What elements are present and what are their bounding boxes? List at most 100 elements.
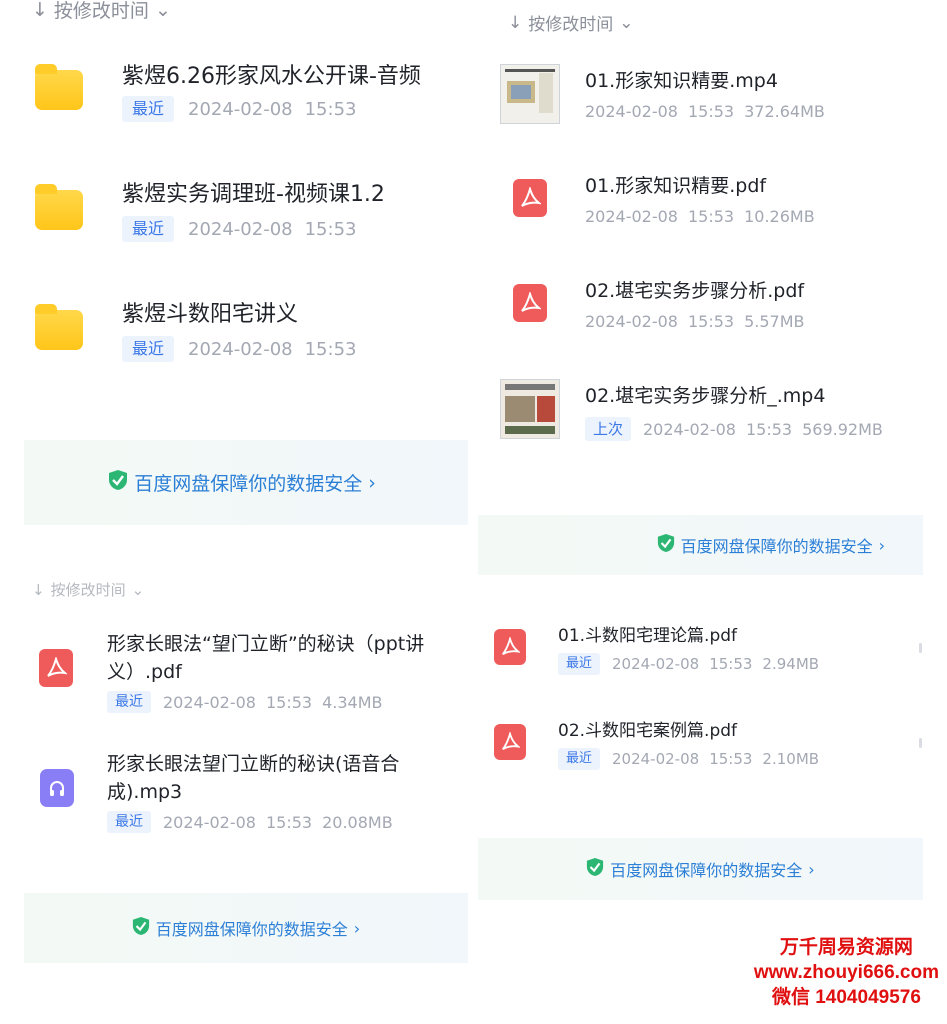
file-name-line-2: 义）.pdf: [107, 661, 182, 683]
modified-date: 2024-02-08: [163, 692, 256, 712]
status-badge: 最近: [122, 216, 174, 242]
sort-label: 按修改时间: [528, 15, 614, 35]
modified-time: 15:53: [709, 655, 753, 673]
data-security-banner[interactable]: 百度网盘保障你的数据安全 ›: [24, 893, 468, 963]
file-meta: 2024-02-08 15:53 372.64MB: [585, 102, 825, 121]
pdf-icon: [513, 179, 547, 217]
list-item[interactable]: 形家长眼法“望门立断”的秘诀（ppt讲 义）.pdf 最近 2024-02-08…: [0, 625, 478, 725]
modified-date: 2024-02-08: [612, 655, 700, 673]
data-security-banner[interactable]: 百度网盘保障你的数据安全 ›: [478, 838, 923, 900]
file-meta: 最近 2024-02-08 15:53 4.34MB: [107, 691, 383, 713]
modified-time: 15:53: [745, 419, 793, 439]
shield-icon: [132, 916, 150, 940]
data-security-banner[interactable]: 百度网盘保障你的数据安全 ›: [24, 440, 468, 525]
list-item[interactable]: 01.斗数阳宅理论篇.pdf 最近 2024-02-08 15:53 2.94M…: [478, 615, 947, 685]
pdf-icon: [513, 284, 547, 322]
file-meta: 最近 2024-02-08 15:53 20.08MB: [107, 811, 393, 833]
file-size: 20.08MB: [322, 812, 393, 832]
file-size: 372.64MB: [744, 102, 825, 121]
modified-time: 15:53: [709, 750, 753, 768]
file-size: 5.57MB: [744, 312, 805, 331]
modified-date: 2024-02-08: [188, 98, 293, 120]
status-badge: 最近: [558, 653, 600, 675]
modified-date: 2024-02-08: [188, 218, 293, 240]
modified-date: 2024-02-08: [585, 312, 678, 331]
video-thumbnail-icon: [500, 64, 560, 124]
list-item[interactable]: 02.斗数阳宅案例篇.pdf 最近 2024-02-08 15:53 2.10M…: [478, 710, 947, 780]
chevron-right-icon: ›: [878, 535, 885, 555]
pdf-icon: [494, 724, 526, 760]
file-meta: 最近 2024-02-08 15:53 2.94MB: [558, 653, 819, 675]
file-list-panel-1: ↓ 按修改时间 ⌄ 紫煜6.26形家风水公开课-音频 最近 2024-02-08…: [0, 0, 478, 560]
modified-time: 15:53: [687, 207, 735, 226]
data-security-banner[interactable]: 百度网盘保障你的数据安全 ›: [478, 515, 923, 575]
file-meta: 上次 2024-02-08 15:53 569.92MB: [585, 417, 883, 441]
list-item[interactable]: 紫煜斗数阳宅讲义 最近 2024-02-08 15:53: [0, 290, 478, 370]
file-name-line-2: 成).mp3: [107, 781, 183, 803]
banner-text: 百度网盘保障你的数据安全: [155, 920, 348, 939]
file-size: 569.92MB: [802, 419, 883, 439]
sort-by-modified-button[interactable]: ↓ 按修改时间 ⌄: [32, 0, 171, 23]
modified-time: 15:53: [265, 812, 313, 832]
arrow-down-icon: ↓: [32, 0, 48, 21]
banner-text: 百度网盘保障你的数据安全: [610, 861, 803, 880]
status-badge: 最近: [558, 748, 600, 770]
file-list-panel-2: ↓ 按修改时间 ⌄ 01.形家知识精要.mp4 2024-02-08 15:53…: [478, 0, 947, 580]
watermark-line-3: 微信 1404049576: [771, 987, 921, 1008]
sort-label: 按修改时间: [53, 0, 149, 22]
list-item[interactable]: 02.堪宅实务步骤分析_.mp4 上次 2024-02-08 15:53 569…: [478, 375, 947, 450]
banner-text: 百度网盘保障你的数据安全: [680, 537, 873, 556]
banner-text: 百度网盘保障你的数据安全: [134, 473, 363, 495]
list-item[interactable]: 形家长眼法望门立断的秘诀(语音合 成).mp3 最近 2024-02-08 15…: [0, 745, 478, 845]
modified-date: 2024-02-08: [585, 102, 678, 121]
list-item[interactable]: 01.形家知识精要.mp4 2024-02-08 15:53 372.64MB: [478, 60, 947, 135]
file-size: 2.10MB: [762, 750, 820, 768]
file-meta: 最近 2024-02-08 15:53 2.10MB: [558, 748, 819, 770]
audio-file-icon: [40, 769, 74, 807]
pdf-icon: [494, 629, 526, 665]
scroll-indicator: [919, 738, 922, 748]
file-name-line-1: 形家长眼法望门立断的秘诀(语音合: [107, 753, 400, 775]
list-item[interactable]: 紫煜6.26形家风水公开课-音频 最近 2024-02-08 15:53: [0, 50, 478, 130]
file-meta: 最近 2024-02-08 15:53: [122, 216, 356, 242]
sort-by-modified-button[interactable]: ↓ 按修改时间 ⌄: [32, 579, 144, 600]
shield-icon: [108, 469, 128, 496]
chevron-down-icon: ⌄: [619, 12, 634, 33]
file-size: 2.94MB: [762, 655, 820, 673]
chevron-right-icon: ›: [808, 859, 815, 879]
list-item[interactable]: 紫煜实务调理班-视频课1.2 最近 2024-02-08 15:53: [0, 170, 478, 250]
file-name: 紫煜斗数阳宅讲义: [122, 302, 299, 327]
file-meta: 2024-02-08 15:53 5.57MB: [585, 312, 805, 331]
status-badge: 最近: [122, 96, 174, 122]
status-badge: 最近: [122, 336, 174, 362]
site-watermark: 万千周易资源网 www.zhouyi666.com 微信 1404049576: [754, 935, 939, 1010]
file-name: 02.堪宅实务步骤分析.pdf: [585, 280, 805, 302]
modified-time: 15:53: [304, 218, 357, 240]
file-name-line-1: 形家长眼法“望门立断”的秘诀（ppt讲: [107, 633, 425, 655]
file-name: 01.形家知识精要.pdf: [585, 175, 767, 197]
modified-time: 15:53: [265, 692, 313, 712]
list-item[interactable]: 01.形家知识精要.pdf 2024-02-08 15:53 10.26MB: [478, 165, 947, 240]
modified-date: 2024-02-08: [643, 419, 736, 439]
modified-time: 15:53: [687, 102, 735, 121]
file-name: 01.形家知识精要.mp4: [585, 70, 778, 92]
sort-by-modified-button[interactable]: ↓ 按修改时间 ⌄: [508, 10, 634, 36]
modified-time: 15:53: [687, 312, 735, 331]
pdf-icon: [39, 649, 73, 687]
shield-icon: [657, 533, 675, 557]
file-meta: 2024-02-08 15:53 10.26MB: [585, 207, 815, 226]
file-name: 02.斗数阳宅案例篇.pdf: [558, 721, 738, 741]
file-meta: 最近 2024-02-08 15:53: [122, 336, 356, 362]
modified-date: 2024-02-08: [163, 812, 256, 832]
status-badge: 最近: [107, 691, 151, 713]
shield-icon: [586, 857, 604, 881]
file-name: 01.斗数阳宅理论篇.pdf: [558, 626, 738, 646]
modified-time: 15:53: [304, 338, 357, 360]
file-name: 紫煜实务调理班-视频课1.2: [122, 182, 385, 207]
scroll-indicator: [919, 643, 922, 653]
modified-date: 2024-02-08: [585, 207, 678, 226]
file-name: 02.堪宅实务步骤分析_.mp4: [585, 385, 826, 407]
folder-icon: [35, 304, 83, 350]
file-name: 紫煜6.26形家风水公开课-音频: [122, 64, 421, 89]
list-item[interactable]: 02.堪宅实务步骤分析.pdf 2024-02-08 15:53 5.57MB: [478, 270, 947, 345]
